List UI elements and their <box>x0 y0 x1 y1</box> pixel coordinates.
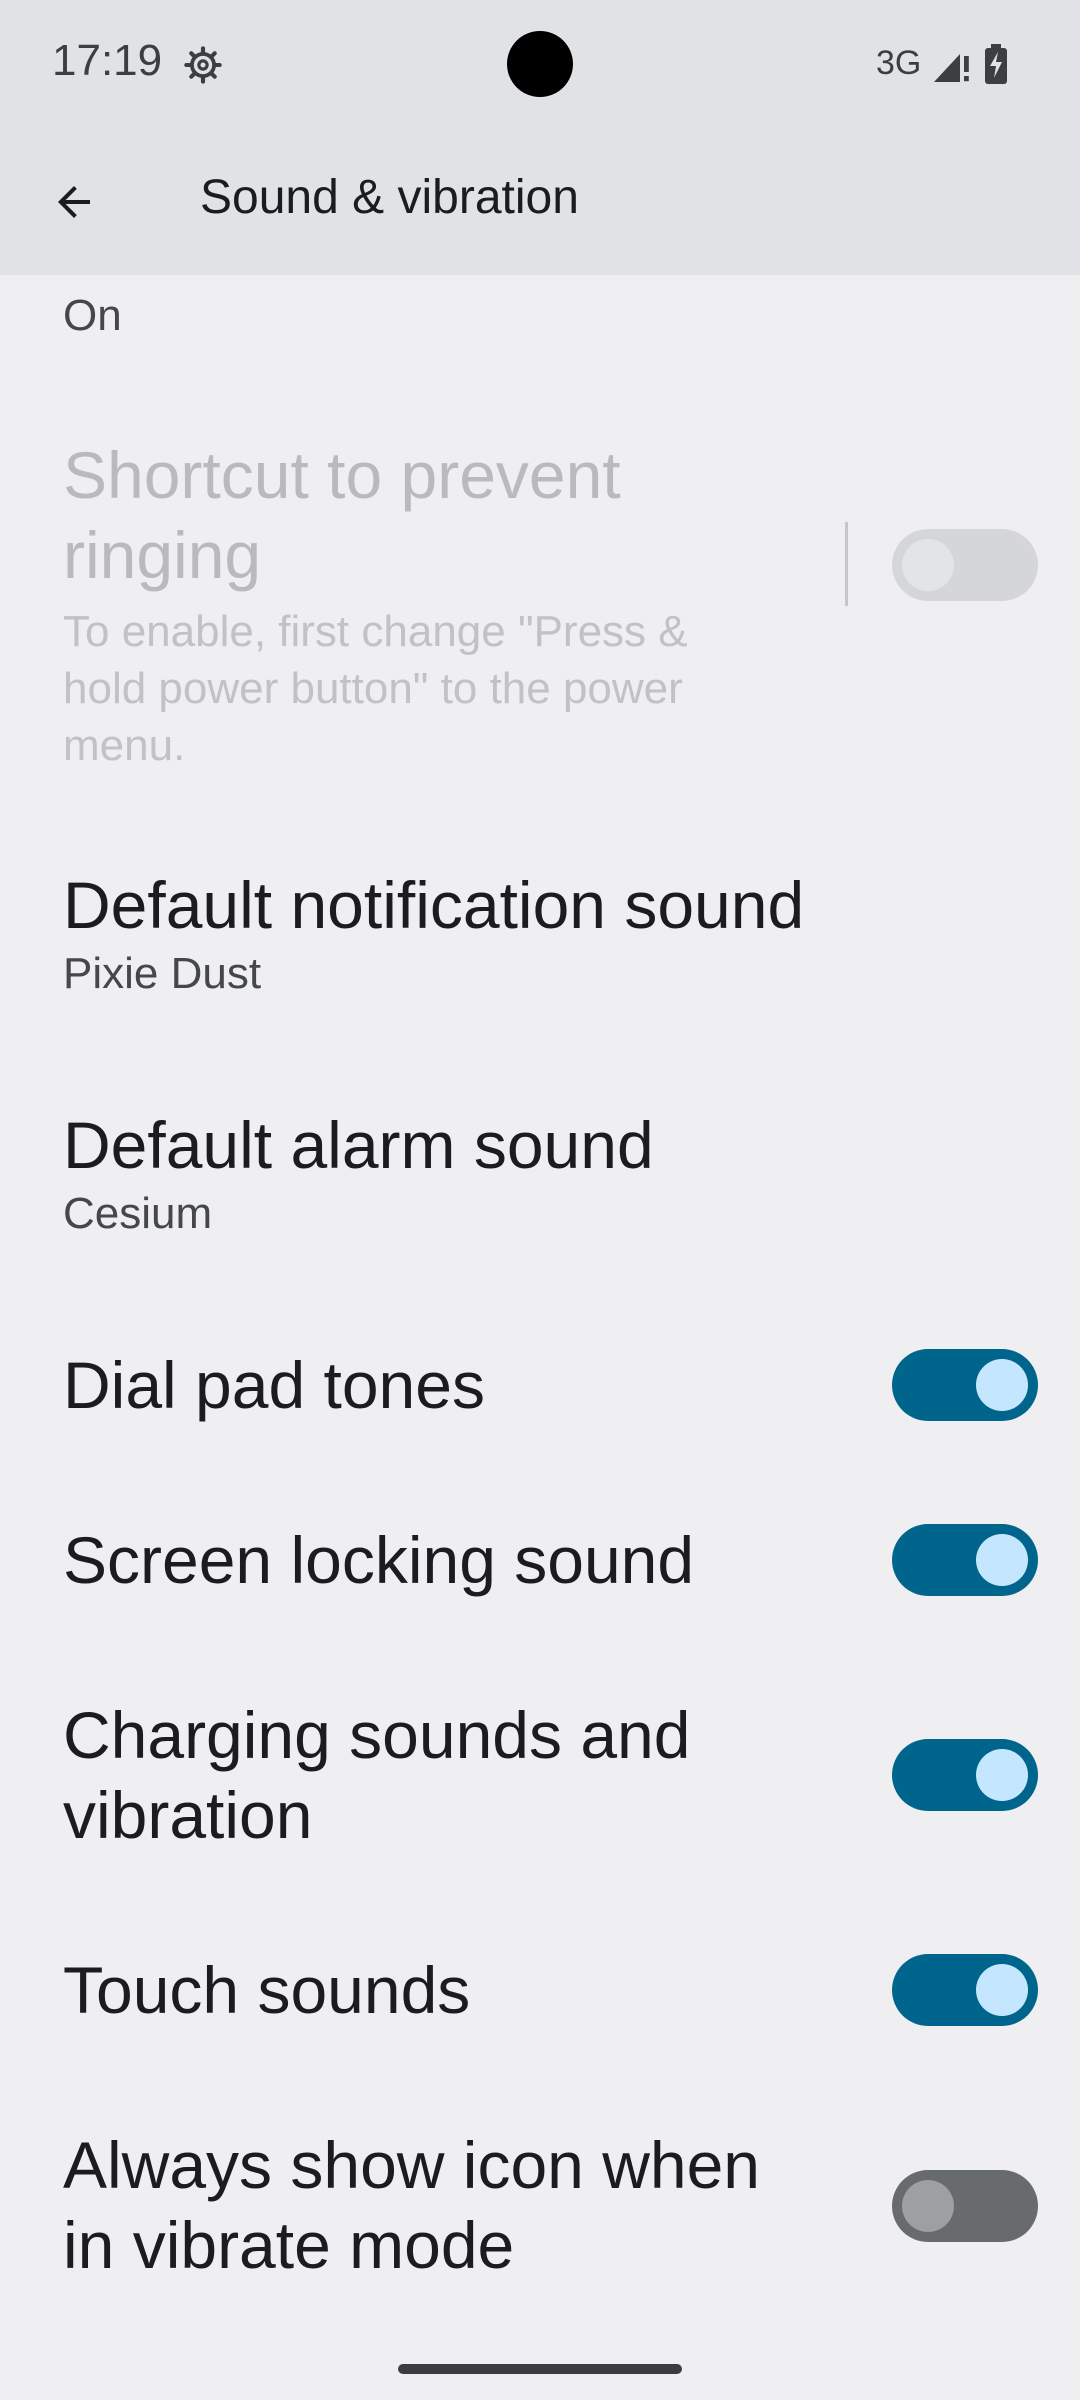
setting-title: Charging sounds and vibration <box>63 1698 691 1852</box>
screen-locking-sound-toggle[interactable] <box>892 1524 1038 1596</box>
list-item-partial[interactable]: On <box>0 275 1080 365</box>
setting-title: Default notification sound <box>63 868 805 942</box>
shortcut-prevent-ringing-toggle[interactable] <box>892 529 1038 601</box>
touch-sounds-toggle[interactable] <box>892 1954 1038 2026</box>
setting-summary: Cesium <box>63 1189 213 1238</box>
charging-sounds-vibration-toggle[interactable] <box>892 1739 1038 1811</box>
battery-charging-icon <box>985 44 1007 84</box>
list-item-charging-sounds-vibration[interactable]: Charging sounds and vibration <box>0 1695 1080 1855</box>
settings-list[interactable]: On Shortcut to prevent ringing To enable… <box>0 275 1080 2340</box>
status-time: 17:19 <box>52 36 163 85</box>
arrow-back-icon <box>58 186 90 218</box>
toggle-thumb <box>976 1749 1028 1801</box>
setting-title: Always show icon when in vibrate mode <box>63 2128 760 2282</box>
setting-summary: Pixie Dust <box>63 949 262 998</box>
setting-summary: On <box>63 291 122 340</box>
settings-gear-icon <box>184 46 222 84</box>
back-button[interactable] <box>34 162 114 242</box>
list-item-shortcut-prevent-ringing: Shortcut to prevent ringing To enable, f… <box>0 435 1080 770</box>
list-item-default-alarm-sound[interactable]: Default alarm sound Cesium <box>0 1105 1080 1245</box>
dial-pad-tones-toggle[interactable] <box>892 1349 1038 1421</box>
setting-title: Shortcut to prevent ringing <box>63 438 621 592</box>
setting-title: Screen locking sound <box>63 1523 695 1597</box>
setting-title: Dial pad tones <box>63 1348 485 1422</box>
signal-icon <box>934 54 969 82</box>
toggle-thumb <box>976 1359 1028 1411</box>
home-gesture-bar[interactable] <box>398 2364 682 2374</box>
status-bar: 17:19 3G <box>0 0 1080 130</box>
list-item-vibrate-mode-icon[interactable]: Always show icon when in vibrate mode <box>0 2125 1080 2285</box>
list-item-screen-locking-sound[interactable]: Screen locking sound <box>0 1520 1080 1600</box>
page-title: Sound & vibration <box>200 171 579 224</box>
toggle-thumb <box>902 539 954 591</box>
vibrate-mode-icon-toggle[interactable] <box>892 2170 1038 2242</box>
setting-title: Default alarm sound <box>63 1108 654 1182</box>
toggle-thumb <box>976 1964 1028 2016</box>
setting-title: Touch sounds <box>63 1953 471 2027</box>
app-bar: Sound & vibration <box>0 130 1080 275</box>
list-item-default-notification-sound[interactable]: Default notification sound Pixie Dust <box>0 865 1080 1005</box>
toggle-thumb <box>976 1534 1028 1586</box>
camera-cutout <box>507 31 573 97</box>
setting-summary: To enable, first change "Press & hold po… <box>63 607 688 770</box>
list-item-touch-sounds[interactable]: Touch sounds <box>0 1950 1080 2030</box>
network-type: 3G <box>876 44 922 82</box>
toggle-thumb <box>902 2180 954 2232</box>
list-item-dial-pad-tones[interactable]: Dial pad tones <box>0 1345 1080 1425</box>
divider <box>845 522 848 606</box>
